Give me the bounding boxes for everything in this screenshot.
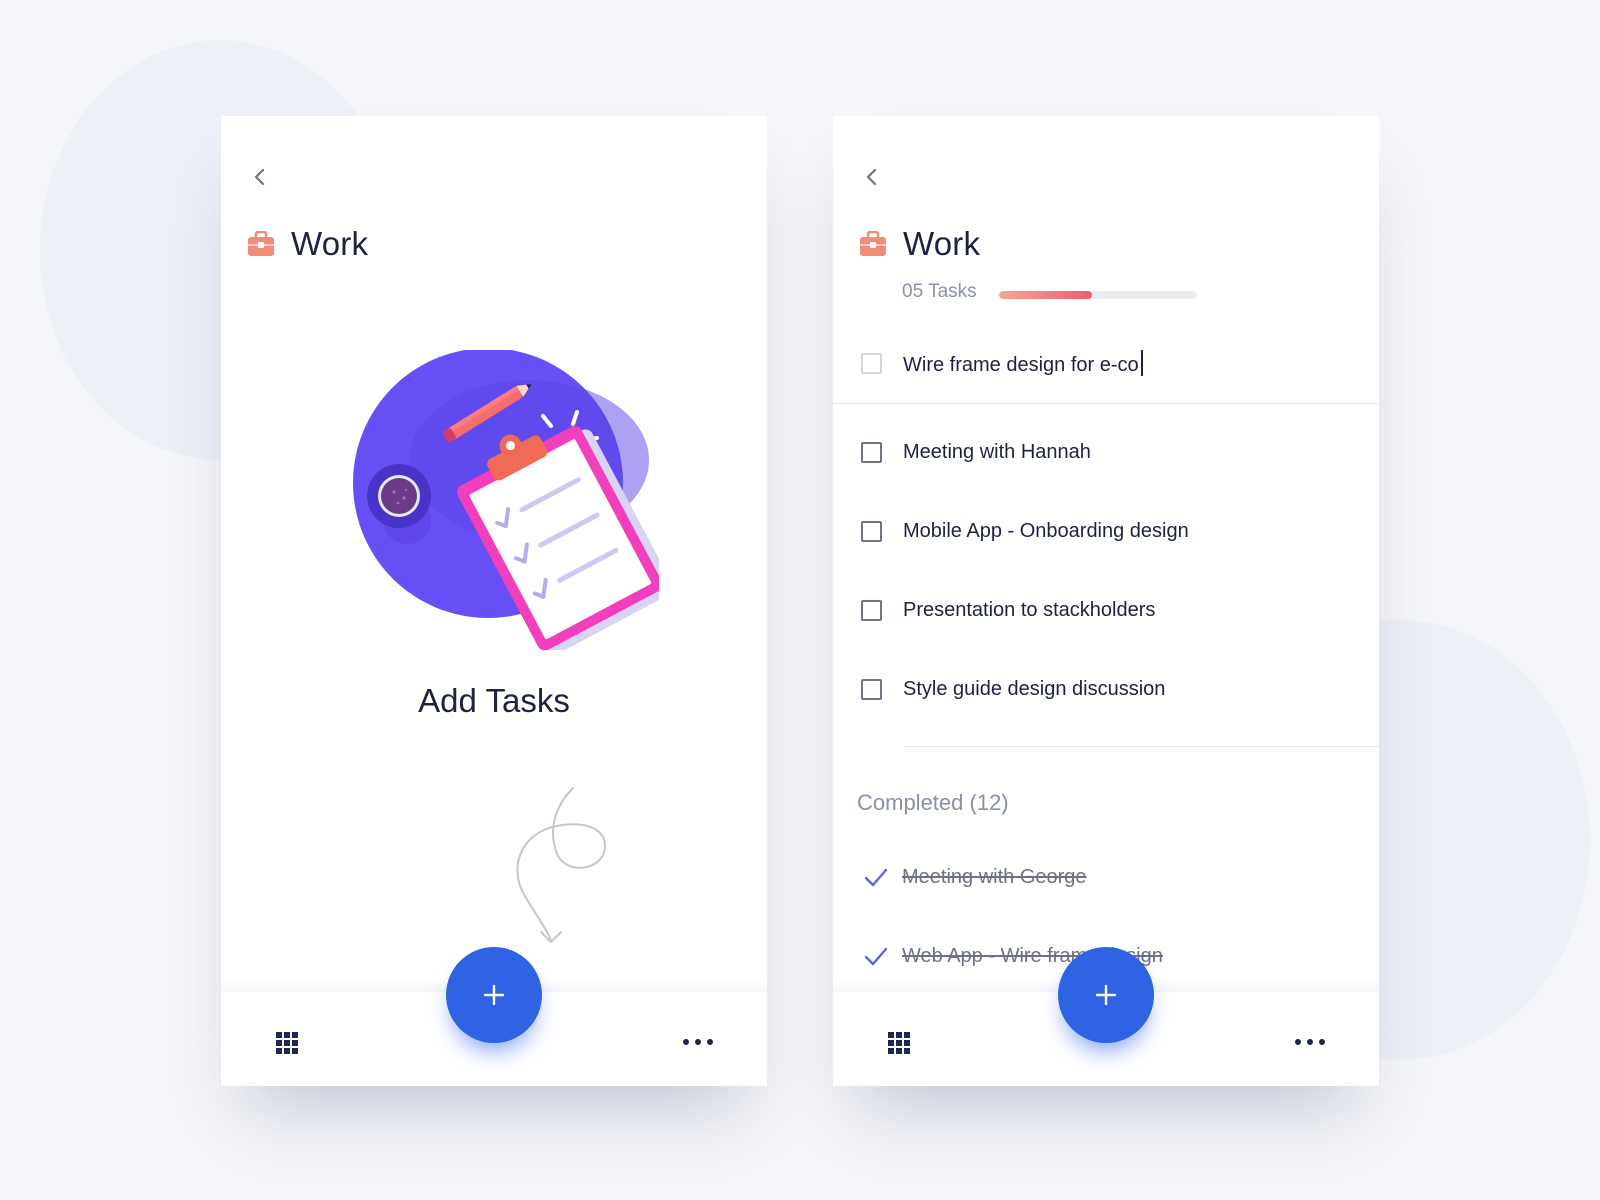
more-dots-icon[interactable] [683, 1037, 713, 1047]
add-task-button[interactable] [446, 947, 542, 1043]
task-label: Meeting with Hannah [903, 440, 1091, 463]
task-count: 05 Tasks [902, 281, 977, 302]
checkbox[interactable] [861, 441, 882, 463]
progress-fill [999, 291, 1093, 299]
add-task-button[interactable] [1058, 947, 1154, 1043]
checkbox[interactable] [861, 520, 882, 542]
empty-state-title: Add Tasks [418, 682, 570, 719]
task-label: Mobile App - Onboarding design [903, 519, 1189, 542]
completed-task-label: Meeting with George [902, 865, 1087, 888]
task-item[interactable]: Presentation to stackholders [861, 595, 1155, 625]
work-task-list-screen: Work 05 Tasks Wire frame design for e-co… [833, 116, 1379, 1086]
text-caret [1140, 349, 1143, 376]
grid-menu-icon[interactable] [888, 1032, 910, 1054]
checkbox[interactable] [861, 352, 882, 374]
curly-arrow-icon [516, 787, 607, 943]
divider [833, 403, 1379, 404]
task-label: Presentation to stackholders [903, 598, 1156, 621]
grid-menu-icon[interactable] [276, 1032, 298, 1054]
task-item[interactable]: Style guide design discussion [861, 674, 1165, 704]
title-row: Work [859, 222, 980, 266]
plus-icon [1095, 984, 1117, 1006]
work-empty-screen: Work Add Tasks [221, 116, 767, 1086]
task-item[interactable]: Meeting with Hannah [861, 437, 1091, 467]
page-title: Work [291, 225, 369, 262]
completed-header: Completed (12) [857, 790, 1009, 815]
new-task-input-text: Wire frame design for e-co [903, 353, 1139, 376]
check-icon[interactable] [863, 866, 889, 888]
divider [903, 746, 1379, 747]
page-title: Work [903, 225, 981, 262]
new-task-input-row[interactable]: Wire frame design for e-co [861, 348, 1143, 378]
more-dots-icon[interactable] [1295, 1037, 1325, 1047]
new-task-input[interactable]: Wire frame design for e-co [903, 349, 1143, 377]
briefcase-icon [860, 231, 886, 256]
check-icon[interactable] [863, 945, 889, 967]
clipboard-illustration [353, 350, 659, 650]
task-label: Style guide design discussion [903, 677, 1166, 700]
completed-task-item[interactable]: Meeting with George [863, 862, 1087, 892]
plus-icon [483, 984, 505, 1006]
checkbox[interactable] [861, 599, 882, 621]
task-item[interactable]: Mobile App - Onboarding design [861, 516, 1189, 546]
briefcase-icon [248, 231, 274, 256]
back-chevron-icon[interactable] [249, 166, 271, 188]
back-chevron-icon[interactable] [861, 166, 883, 188]
checkbox[interactable] [861, 678, 882, 700]
title-row: Work [247, 222, 368, 266]
progress-bar [999, 291, 1197, 299]
